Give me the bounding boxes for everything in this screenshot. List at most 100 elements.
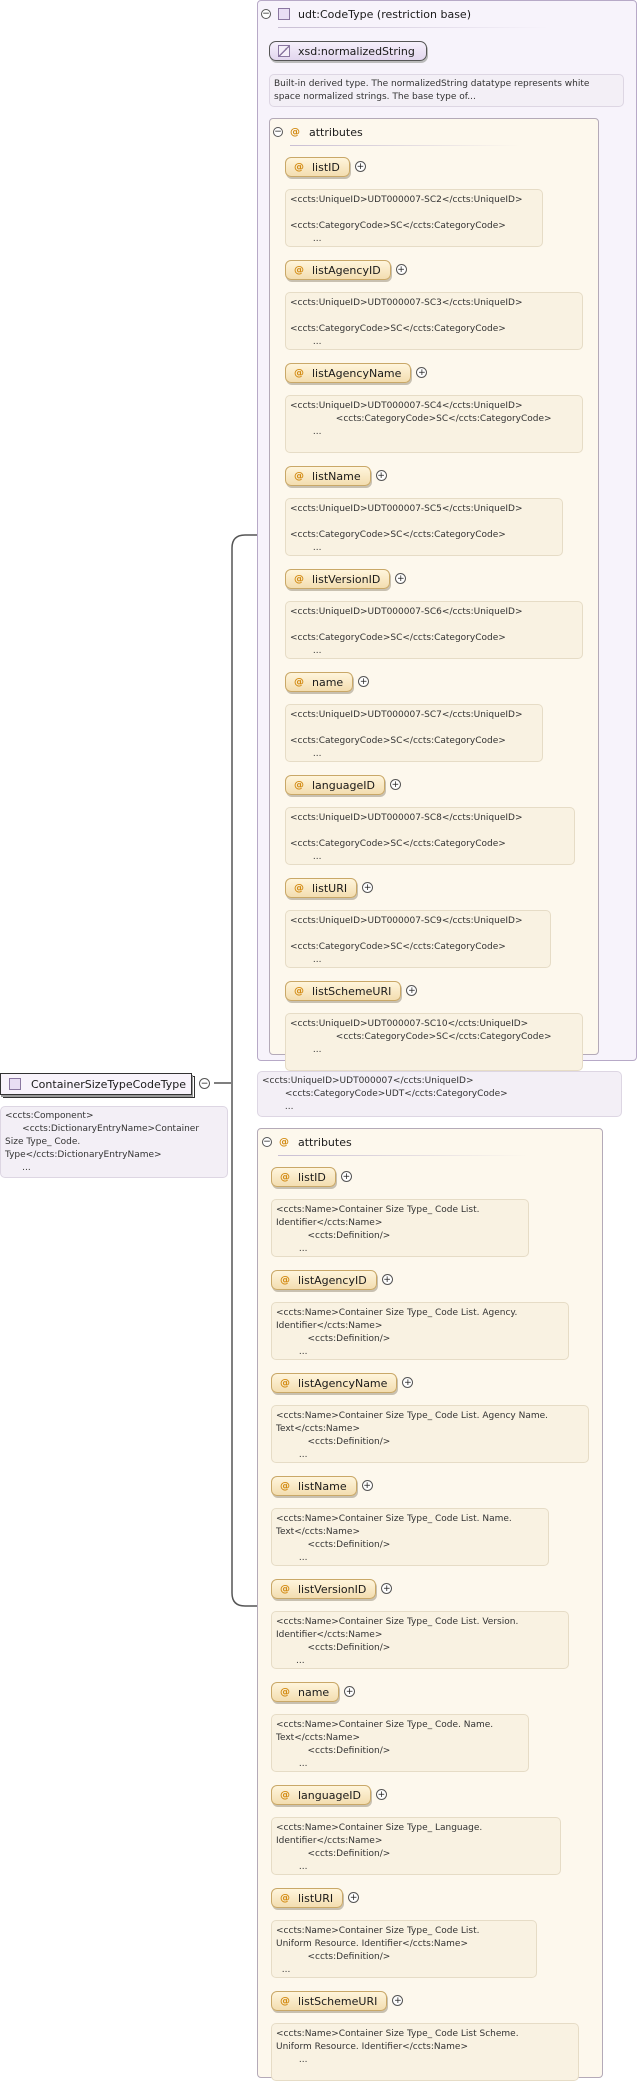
attribute-icon: @ [294, 161, 304, 173]
attribute-label: listURI [298, 1891, 334, 1905]
attribute-doc: <ccts:Name>Container Size Type_ Code Lis… [271, 1508, 549, 1566]
expand-toggle-icon[interactable]: + [389, 779, 401, 790]
attribute-listSchemeURI[interactable]: @ listSchemeURI [271, 1991, 388, 2011]
attribute-label: listVersionID [298, 1582, 367, 1596]
expand-toggle-icon[interactable]: + [395, 264, 407, 275]
attribute-icon: @ [294, 882, 304, 894]
attribute-icon: @ [294, 779, 304, 791]
attribute-languageID[interactable]: @ languageID [271, 1785, 371, 1805]
attribute-label: listID [312, 160, 340, 174]
expand-toggle-icon[interactable]: + [361, 1480, 373, 1491]
attribute-listName[interactable]: @ listName [285, 466, 371, 486]
attribute-icon: @ [294, 573, 304, 585]
attribute-icon: @ [280, 1686, 290, 1698]
attribute-doc: <ccts:Name>Container Size Type_ Code. Na… [271, 1714, 529, 1772]
attribute-doc: <ccts:Name>Container Size Type_ Code Lis… [271, 1302, 569, 1360]
attribute-listURI[interactable]: @ listURI [271, 1888, 344, 1908]
expand-toggle-icon[interactable]: + [375, 470, 387, 481]
expand-toggle-icon[interactable]: + [375, 1789, 387, 1800]
collapse-toggle-icon[interactable]: − [273, 127, 283, 137]
root-element-name: ContainerSizeTypeCodeType [31, 1077, 187, 1091]
attribute-doc: <ccts:UniqueID>UDT000007-SC3</ccts:Uniqu… [285, 292, 583, 350]
attribute-label: listName [298, 1479, 347, 1493]
attribute-icon: @ [280, 1377, 290, 1389]
attribute-label: listAgencyID [298, 1273, 367, 1287]
expand-toggle-icon[interactable]: + [381, 1274, 393, 1285]
attribute-doc: <ccts:Name>Container Size Type_ Code Lis… [271, 1611, 569, 1669]
attributes-label: attributes [309, 125, 363, 139]
attribute-listName[interactable]: @ listName [271, 1476, 357, 1496]
attribute-icon: @ [294, 264, 304, 276]
attribute-name[interactable]: @ name [285, 672, 354, 692]
collapse-toggle-icon[interactable]: − [261, 9, 271, 19]
attribute-languageID[interactable]: @ languageID [285, 775, 385, 795]
restriction-base-header: − udt:CodeType (restriction base) [258, 1, 636, 27]
attribute-icon: @ [280, 1789, 290, 1801]
attribute-listSchemeURI[interactable]: @ listSchemeURI [285, 981, 402, 1001]
root-element-doc: <ccts:Component> <ccts:DictionaryEntryNa… [0, 1106, 228, 1178]
attribute-label: languageID [298, 1788, 361, 1802]
attribute-label: listAgencyName [298, 1376, 388, 1390]
root-element-node[interactable]: ContainerSizeTypeCodeType [0, 1073, 195, 1098]
attribute-icon: @ [280, 1480, 290, 1492]
attribute-listID[interactable]: @ listID [271, 1167, 336, 1187]
attribute-icon: @ [280, 1995, 290, 2007]
attribute-doc: <ccts:Name>Container Size Type_ Code Lis… [271, 1405, 589, 1463]
attributes-label: attributes [298, 1135, 352, 1149]
complex-type-icon [278, 8, 290, 20]
attribute-doc: <ccts:UniqueID>UDT000007-SC7</ccts:Uniqu… [285, 704, 543, 762]
restriction-base-title: udt:CodeType (restriction base) [298, 7, 471, 21]
attribute-label: name [312, 675, 344, 689]
attribute-doc: <ccts:UniqueID>UDT000007-SC10</ccts:Uniq… [285, 1013, 583, 1071]
attribute-icon: @ [280, 1171, 290, 1183]
attribute-label: listID [298, 1170, 326, 1184]
attribute-label: listAgencyName [312, 366, 402, 380]
attribute-icon: @ [280, 1892, 290, 1904]
attribute-listURI[interactable]: @ listURI [285, 878, 358, 898]
header-divider [278, 27, 548, 28]
attribute-group-icon: @ [279, 1136, 289, 1148]
attribute-label: listSchemeURI [298, 1994, 378, 2008]
attribute-listAgencyName[interactable]: @ listAgencyName [271, 1373, 398, 1393]
attribute-label: listSchemeURI [312, 984, 392, 998]
root-collapse-toggle-icon[interactable]: − [199, 1078, 210, 1089]
attribute-icon: @ [280, 1274, 290, 1286]
attribute-listVersionID[interactable]: @ listVersionID [285, 569, 391, 589]
attribute-listAgencyID[interactable]: @ listAgencyID [271, 1270, 377, 1290]
attribute-doc: <ccts:UniqueID>UDT000007-SC5</ccts:Uniqu… [285, 498, 563, 556]
attribute-doc: <ccts:UniqueID>UDT000007-SC6</ccts:Uniqu… [285, 601, 583, 659]
simple-type-icon [278, 45, 290, 57]
header-divider [290, 145, 520, 146]
collapse-toggle-icon[interactable]: − [262, 1137, 272, 1147]
attribute-icon: @ [294, 985, 304, 997]
attribute-listID[interactable]: @ listID [285, 157, 350, 177]
attribute-label: listURI [312, 881, 348, 895]
expand-toggle-icon[interactable]: + [354, 161, 366, 172]
attribute-doc: <ccts:Name>Container Size Type_ Code Lis… [271, 1199, 529, 1257]
attribute-label: listAgencyID [312, 263, 381, 277]
datatype-doc: Built-in derived type. The normalizedStr… [269, 74, 624, 107]
attribute-label: languageID [312, 778, 375, 792]
attribute-icon: @ [294, 367, 304, 379]
complex-type-icon [9, 1078, 21, 1090]
attribute-doc: <ccts:Name>Container Size Type_ Language… [271, 1817, 561, 1875]
attribute-label: name [298, 1685, 330, 1699]
attribute-doc: <ccts:UniqueID>UDT000007-SC4</ccts:Uniqu… [285, 395, 583, 453]
attribute-doc: <ccts:UniqueID>UDT000007-SC2</ccts:Uniqu… [285, 189, 543, 247]
attribute-icon: @ [294, 676, 304, 688]
attribute-doc: <ccts:UniqueID>UDT000007-SC8</ccts:Uniqu… [285, 807, 575, 865]
attribute-doc: <ccts:Name>Container Size Type_ Code Lis… [271, 2023, 579, 2081]
attribute-doc: <ccts:UniqueID>UDT000007-SC9</ccts:Uniqu… [285, 910, 551, 968]
base-attributes-header: − @ attributes [270, 119, 598, 145]
attribute-label: listVersionID [312, 572, 381, 586]
attribute-listAgencyID[interactable]: @ listAgencyID [285, 260, 391, 280]
expand-toggle-icon[interactable]: + [340, 1171, 352, 1182]
attribute-listVersionID[interactable]: @ listVersionID [271, 1579, 377, 1599]
datatype-label: xsd:normalizedString [298, 44, 415, 58]
attribute-doc: <ccts:Name>Container Size Type_ Code Lis… [271, 1920, 537, 1978]
attribute-listAgencyName[interactable]: @ listAgencyName [285, 363, 412, 383]
local-attributes-header: − @ attributes [258, 1129, 602, 1155]
attribute-icon: @ [294, 470, 304, 482]
datatype-node[interactable]: xsd:normalizedString [269, 41, 427, 61]
attribute-name[interactable]: @ name [271, 1682, 340, 1702]
